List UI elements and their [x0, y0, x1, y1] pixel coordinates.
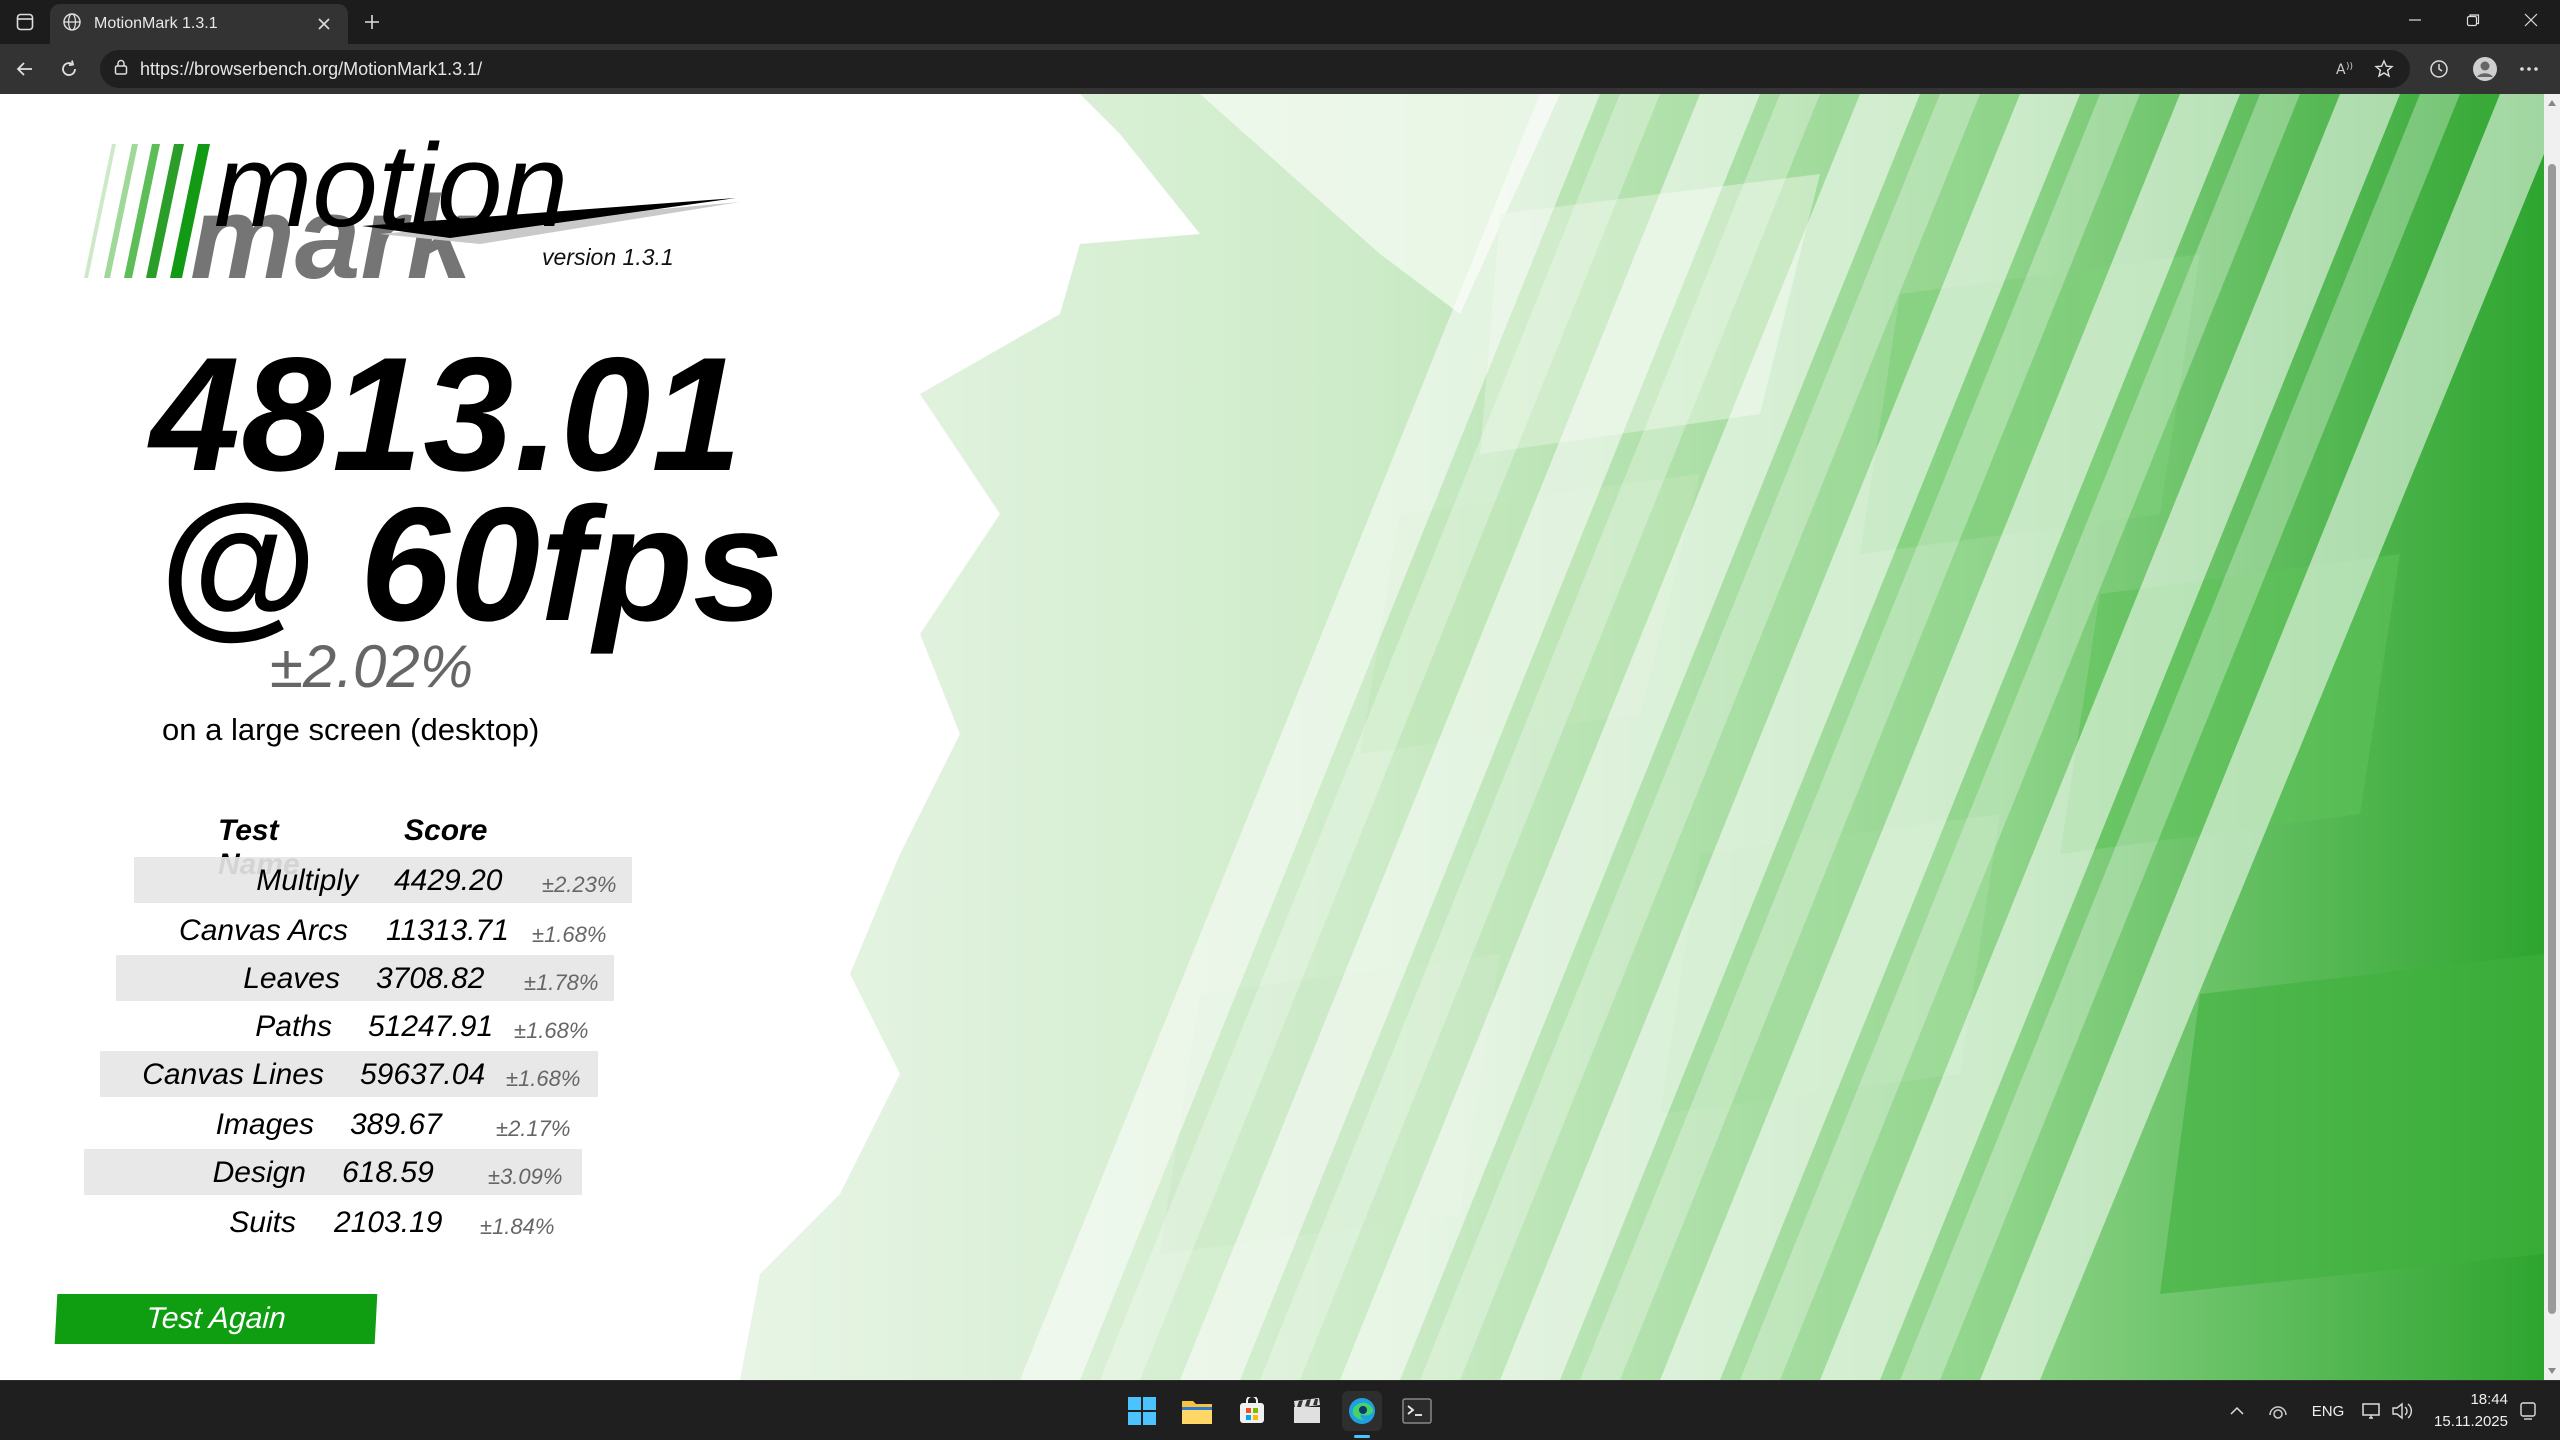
- test-confidence: ±1.68%: [506, 1066, 581, 1091]
- favorite-star-icon[interactable]: [2370, 55, 2398, 83]
- version-label: version 1.3.1: [542, 244, 674, 270]
- test-confidence: ±3.09%: [488, 1164, 563, 1189]
- test-confidence: ±1.68%: [532, 922, 607, 947]
- close-tab-icon[interactable]: [312, 12, 336, 36]
- url-text[interactable]: https://browserbench.org/MotionMark1.3.1…: [140, 59, 2322, 80]
- test-score: 3708.82: [376, 962, 485, 995]
- address-bar[interactable]: https://browserbench.org/MotionMark1.3.1…: [100, 50, 2410, 88]
- test-confidence: ±1.68%: [514, 1018, 589, 1043]
- test-name: Images: [215, 1108, 314, 1141]
- test-again-button[interactable]: Test Again: [54, 1294, 378, 1344]
- close-window-button[interactable]: [2502, 0, 2560, 40]
- test-score: 11313.71: [386, 914, 509, 947]
- svg-text:A: A: [2336, 62, 2346, 78]
- test-name: Canvas Lines: [142, 1058, 324, 1091]
- tab-title: MotionMark 1.3.1: [94, 15, 218, 32]
- frame-rate: @ 60fps: [156, 474, 784, 655]
- test-name: Canvas Arcs: [179, 914, 348, 947]
- globe-icon: [62, 12, 82, 37]
- edge-icon[interactable]: [1342, 1391, 1382, 1431]
- overall-score: 4813.01: [150, 324, 743, 505]
- back-icon[interactable]: [10, 54, 40, 84]
- test-score: 2103.19: [334, 1206, 443, 1239]
- store-icon[interactable]: [1232, 1391, 1272, 1431]
- logo-word-motion: motion: [214, 120, 568, 252]
- tab-actions-icon[interactable]: [12, 9, 38, 35]
- confidence-interval: ±2.02%: [270, 633, 474, 700]
- scroll-down-icon[interactable]: [2547, 1366, 2557, 1376]
- active-app-indicator: [1354, 1435, 1370, 1438]
- page-scrollbar[interactable]: [2544, 94, 2560, 1380]
- scroll-thumb[interactable]: [2548, 164, 2556, 1314]
- terminal-icon[interactable]: [1397, 1391, 1437, 1431]
- start-icon[interactable]: [1122, 1391, 1162, 1431]
- vpn-tray-icon[interactable]: [2262, 1395, 2294, 1427]
- test-confidence: ±1.78%: [524, 970, 599, 995]
- profile-avatar-icon[interactable]: [2470, 54, 2500, 84]
- read-aloud-icon[interactable]: A)): [2332, 55, 2360, 83]
- minimize-button[interactable]: [2386, 0, 2444, 40]
- clapper-icon[interactable]: [1287, 1391, 1327, 1431]
- restore-button[interactable]: [2444, 0, 2502, 40]
- test-name: Paths: [255, 1010, 332, 1043]
- test-score: 4429.20: [394, 864, 503, 897]
- test-name: Leaves: [243, 962, 340, 995]
- screen-type-label: on a large screen (desktop): [162, 712, 540, 747]
- browser-toolbar: https://browserbench.org/MotionMark1.3.1…: [0, 44, 2560, 94]
- show-hidden-icons-icon[interactable]: [2224, 1395, 2250, 1427]
- test-confidence: ±2.23%: [542, 872, 617, 897]
- history-icon[interactable]: [2424, 54, 2454, 84]
- clock-date: 15.11.2025: [2434, 1413, 2508, 1430]
- notifications-icon[interactable]: [2516, 1395, 2540, 1427]
- more-menu-icon[interactable]: [2514, 54, 2544, 84]
- file-explorer-icon[interactable]: [1177, 1391, 1217, 1431]
- test-score: 389.67: [350, 1108, 442, 1141]
- test-score: 618.59: [342, 1156, 434, 1189]
- test-score: 51247.91: [368, 1010, 494, 1043]
- test-confidence: ±2.17%: [496, 1116, 571, 1141]
- test-confidence: ±1.84%: [480, 1214, 555, 1239]
- lock-icon[interactable]: [112, 58, 130, 81]
- test-again-label: Test Again: [145, 1302, 287, 1335]
- windows-taskbar: ENG 18:44 15.11.2025: [0, 1380, 2560, 1440]
- test-name: Suits: [229, 1206, 296, 1239]
- tab-motionmark[interactable]: MotionMark 1.3.1: [50, 4, 348, 44]
- window-controls: [2386, 0, 2560, 40]
- scroll-up-icon[interactable]: [2547, 98, 2557, 108]
- new-tab-button[interactable]: [358, 8, 386, 36]
- test-name: Multiply: [256, 864, 358, 897]
- refresh-icon[interactable]: [54, 54, 84, 84]
- clock-time: 18:44: [2470, 1391, 2508, 1408]
- test-score: 59637.04: [360, 1058, 486, 1091]
- test-name: Design: [212, 1156, 306, 1189]
- network-icon[interactable]: [2358, 1395, 2386, 1427]
- system-clock[interactable]: 18:44 15.11.2025: [2412, 1389, 2508, 1433]
- page-content: mark motion version 1.3.1 4813.01 @ 60fp…: [0, 94, 2544, 1380]
- tab-strip: MotionMark 1.3.1: [0, 0, 2560, 44]
- header-score: Score: [404, 814, 488, 847]
- svg-text:)): )): [2346, 62, 2353, 72]
- language-indicator[interactable]: ENG: [2308, 1395, 2348, 1427]
